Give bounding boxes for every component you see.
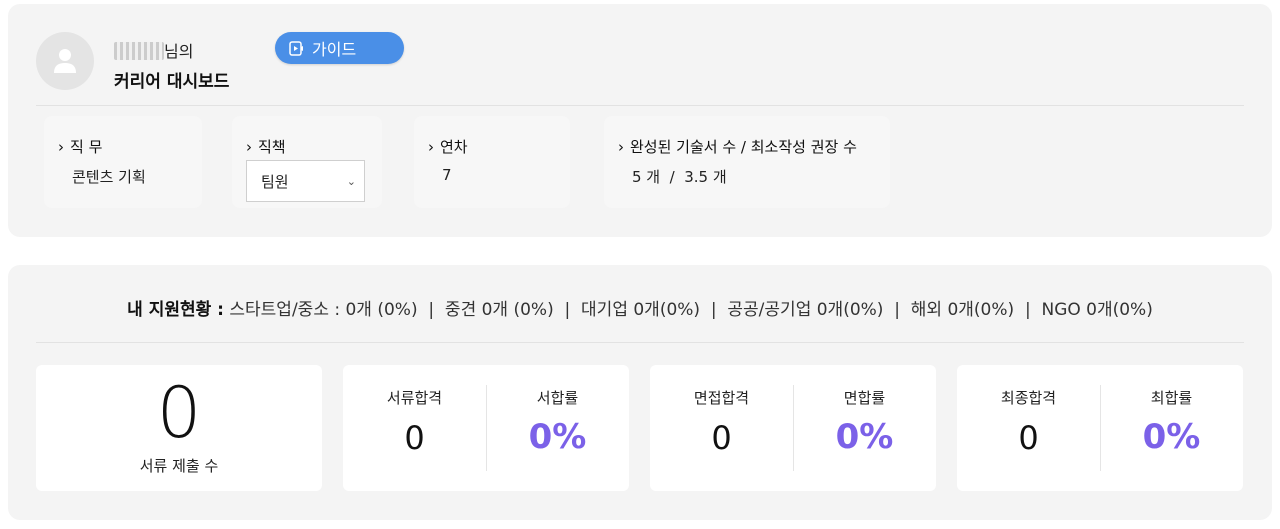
chevron-right-icon: ›	[618, 138, 624, 156]
job-value: 콘텐츠 기획	[72, 168, 146, 186]
submitted-count-label: 서류 제출 수	[139, 457, 219, 475]
years-card: › 연차 7	[414, 116, 570, 208]
interview-pass-rate-section: 면합률 0%	[793, 365, 936, 491]
doc-pass-rate-label: 서합률	[536, 389, 579, 407]
position-selected-value: 팀원	[261, 172, 289, 191]
doc-pass-count: 0	[404, 419, 425, 457]
years-label: › 연차	[428, 138, 468, 156]
user-icon	[54, 49, 76, 73]
application-status-title: 내 지원현황 :	[127, 300, 224, 320]
header-divider	[36, 105, 1244, 106]
docs-value: 5 개 / 3.5 개	[632, 168, 727, 186]
final-pass-label: 최종합격	[1000, 389, 1057, 407]
submitted-count-box: 0 서류 제출 수	[36, 365, 322, 491]
avatar	[36, 32, 94, 90]
submitted-count: 0	[156, 372, 202, 454]
doc-pass-box: 서류합격 0 서합률 0%	[343, 365, 629, 491]
guide-button[interactable]: 가이드	[275, 32, 404, 64]
interview-pass-label: 면접합격	[693, 389, 750, 407]
doc-pass-label: 서류합격	[386, 389, 443, 407]
final-pass-box: 최종합격 0 최합률 0%	[957, 365, 1243, 491]
status-divider	[36, 342, 1244, 343]
position-label: › 직책	[246, 138, 286, 156]
position-card: › 직책 팀원 ⌄	[232, 116, 382, 208]
position-select[interactable]: 팀원 ⌄	[246, 160, 365, 202]
years-value: 7	[442, 166, 452, 184]
job-card: › 직 무 콘텐츠 기획	[44, 116, 202, 208]
job-label: › 직 무	[58, 138, 103, 156]
user-name-redacted	[114, 42, 164, 60]
doc-pass-count-section: 서류합격 0	[343, 365, 486, 491]
doc-pass-rate: 0%	[528, 417, 587, 457]
docs-card: › 완성된 기술서 수 / 최소작성 권장 수 5 개 / 3.5 개	[604, 116, 890, 208]
chevron-right-icon: ›	[428, 138, 434, 156]
chevron-right-icon: ›	[58, 138, 64, 156]
chevron-down-icon: ⌄	[346, 174, 356, 188]
final-pass-rate: 0%	[1142, 417, 1201, 457]
final-pass-rate-label: 최합률	[1150, 389, 1193, 407]
dashboard-title: 커리어 대시보드	[114, 72, 230, 92]
final-pass-rate-section: 최합률 0%	[1100, 365, 1243, 491]
interview-pass-rate: 0%	[835, 417, 894, 457]
name-suffix: 님의	[164, 42, 194, 61]
interview-pass-rate-label: 면합률	[843, 389, 886, 407]
final-pass-count-section: 최종합격 0	[957, 365, 1100, 491]
doc-pass-rate-section: 서합률 0%	[486, 365, 629, 491]
career-dashboard-header-panel: 님의 커리어 대시보드 가이드 › 직 무 콘텐츠 기획 › 직책 팀원 ⌄ › 연차…	[8, 4, 1272, 237]
video-icon	[289, 40, 303, 56]
application-status-line: 내 지원현황 : 스타트업/중소 : 0개 (0%) | 중견 0개 (0%) …	[8, 295, 1272, 320]
docs-label: › 완성된 기술서 수 / 최소작성 권장 수	[618, 138, 857, 156]
interview-pass-count-section: 면접합격 0	[650, 365, 793, 491]
interview-pass-box: 면접합격 0 면합률 0%	[650, 365, 936, 491]
user-name-line: 님의	[114, 38, 193, 62]
application-status-panel: 내 지원현황 : 스타트업/중소 : 0개 (0%) | 중견 0개 (0%) …	[8, 265, 1272, 520]
guide-button-label: 가이드	[312, 40, 357, 59]
interview-pass-count: 0	[711, 419, 732, 457]
application-status-summary: 스타트업/중소 : 0개 (0%) | 중견 0개 (0%) | 대기업 0개(…	[223, 300, 1153, 320]
chevron-right-icon: ›	[246, 138, 252, 156]
final-pass-count: 0	[1018, 419, 1039, 457]
